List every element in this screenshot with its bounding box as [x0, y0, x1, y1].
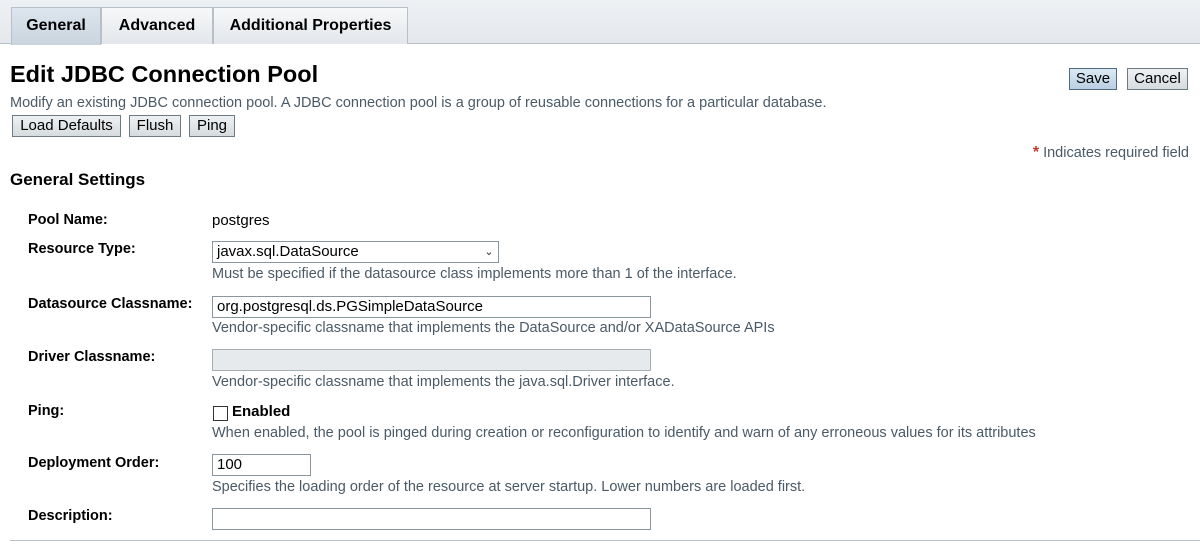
- section-title: General Settings: [10, 170, 146, 189]
- description-label: Description:: [28, 508, 113, 524]
- chevron-down-icon: ⌄: [484, 246, 494, 258]
- tab-general[interactable]: General: [11, 7, 101, 45]
- pool-name-value: postgres: [212, 212, 270, 229]
- bottom-divider: [10, 540, 1200, 541]
- ping-label: Ping:: [28, 403, 65, 419]
- resource-type-label: Resource Type:: [28, 241, 136, 257]
- ping-button[interactable]: Ping: [189, 115, 235, 137]
- resource-type-hint: Must be specified if the datasource clas…: [212, 266, 737, 282]
- ping-enabled-label[interactable]: Enabled: [232, 403, 290, 420]
- datasource-classname-field[interactable]: org.postgresql.ds.PGSimpleDataSource: [212, 296, 651, 318]
- required-note-text: Indicates required field: [1043, 145, 1189, 161]
- tab-additional-properties[interactable]: Additional Properties: [213, 7, 408, 44]
- description-field[interactable]: [212, 508, 651, 530]
- cancel-button[interactable]: Cancel: [1127, 68, 1188, 90]
- flush-button[interactable]: Flush: [129, 115, 181, 137]
- deployment-order-label: Deployment Order:: [28, 455, 160, 471]
- ping-hint: When enabled, the pool is pinged during …: [212, 425, 1036, 441]
- resource-type-select[interactable]: javax.sql.DataSource ⌄: [212, 241, 499, 263]
- required-star-icon: *: [1032, 144, 1040, 161]
- tab-advanced[interactable]: Advanced: [101, 7, 213, 44]
- driver-classname-label: Driver Classname:: [28, 349, 156, 365]
- page-help-text: Modify an existing JDBC connection pool.…: [10, 95, 827, 111]
- driver-classname-hint: Vendor-specific classname that implement…: [212, 374, 675, 390]
- datasource-classname-label: Datasource Classname:: [28, 296, 193, 312]
- driver-classname-field[interactable]: [212, 349, 651, 371]
- required-field-note: * Indicates required field: [1033, 144, 1189, 162]
- page-title: Edit JDBC Connection Pool: [10, 61, 319, 87]
- tab-bar: General Advanced Additional Properties: [0, 0, 1200, 45]
- datasource-classname-hint: Vendor-specific classname that implement…: [212, 320, 775, 336]
- save-button[interactable]: Save: [1069, 68, 1117, 90]
- resource-type-selected: javax.sql.DataSource: [217, 243, 359, 260]
- load-defaults-button[interactable]: Load Defaults: [12, 115, 121, 137]
- pool-name-label: Pool Name:: [28, 212, 108, 228]
- deployment-order-hint: Specifies the loading order of the resou…: [212, 479, 806, 495]
- deployment-order-field[interactable]: 100: [212, 454, 311, 476]
- ping-enabled-checkbox[interactable]: [213, 406, 228, 421]
